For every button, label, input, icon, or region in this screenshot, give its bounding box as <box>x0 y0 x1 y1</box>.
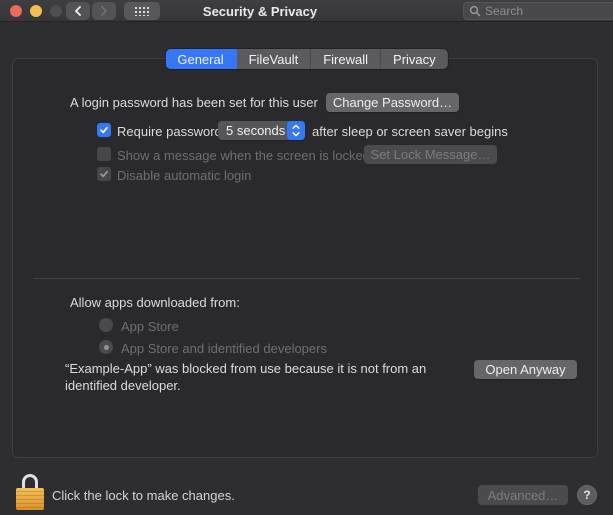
section-divider <box>33 278 580 279</box>
require-password-suffix-label: after sleep or screen saver begins <box>312 124 508 139</box>
popup-arrows-icon <box>287 121 305 140</box>
disable-auto-login-checkbox <box>97 167 111 181</box>
blocked-app-text-line2: identified developer. <box>65 378 181 393</box>
radio-app-store <box>99 318 113 332</box>
minimize-window-button[interactable] <box>30 5 42 17</box>
search-input[interactable] <box>485 4 613 18</box>
radio-app-store-label: App Store <box>121 319 179 334</box>
chevron-left-icon <box>74 6 82 16</box>
general-pane <box>12 58 598 458</box>
back-button[interactable] <box>66 2 90 20</box>
show-message-label: Show a message when the screen is locked <box>117 148 370 163</box>
require-password-label: Require password <box>117 124 222 139</box>
password-delay-popup[interactable]: 5 seconds <box>218 121 305 140</box>
set-lock-message-button: Set Lock Message… <box>364 145 497 164</box>
grid-icon <box>134 6 151 16</box>
window-title: Security & Privacy <box>160 4 360 19</box>
lock-icon[interactable] <box>16 474 44 510</box>
search-field[interactable] <box>463 2 613 20</box>
require-password-checkbox[interactable] <box>97 123 111 137</box>
radio-app-store-identified-label: App Store and identified developers <box>121 341 327 356</box>
password-delay-value: 5 seconds <box>218 123 287 138</box>
security-privacy-window: Security & Privacy General FileVault Fir… <box>0 0 613 515</box>
search-icon <box>469 5 481 17</box>
help-button[interactable]: ? <box>577 485 597 505</box>
allow-apps-label: Allow apps downloaded from: <box>70 295 240 310</box>
titlebar: Security & Privacy <box>0 0 613 22</box>
change-password-button[interactable]: Change Password… <box>326 93 459 112</box>
forward-button[interactable] <box>92 2 116 20</box>
radio-selected-dot <box>104 345 109 350</box>
show-message-checkbox <box>97 147 111 161</box>
lock-body <box>16 488 44 510</box>
disable-auto-login-label: Disable automatic login <box>117 168 251 183</box>
password-status-label: A login password has been set for this u… <box>70 95 318 110</box>
tab-bar: General FileVault Firewall Privacy <box>165 49 447 69</box>
tab-privacy[interactable]: Privacy <box>381 49 448 69</box>
tab-firewall[interactable]: Firewall <box>311 49 381 69</box>
open-anyway-button[interactable]: Open Anyway <box>474 360 577 379</box>
tab-filevault[interactable]: FileVault <box>237 49 312 69</box>
zoom-window-button-disabled <box>50 5 62 17</box>
show-all-preferences-button[interactable] <box>124 2 160 20</box>
chevron-right-icon <box>100 6 108 16</box>
close-window-button[interactable] <box>10 5 22 17</box>
lock-hint-label: Click the lock to make changes. <box>52 488 235 503</box>
tab-general[interactable]: General <box>165 49 236 69</box>
radio-app-store-identified <box>99 340 113 354</box>
check-icon <box>99 125 109 135</box>
blocked-app-text-line1: “Example-App” was blocked from use becau… <box>65 361 426 376</box>
check-icon <box>99 169 109 179</box>
advanced-button: Advanced… <box>478 485 568 505</box>
